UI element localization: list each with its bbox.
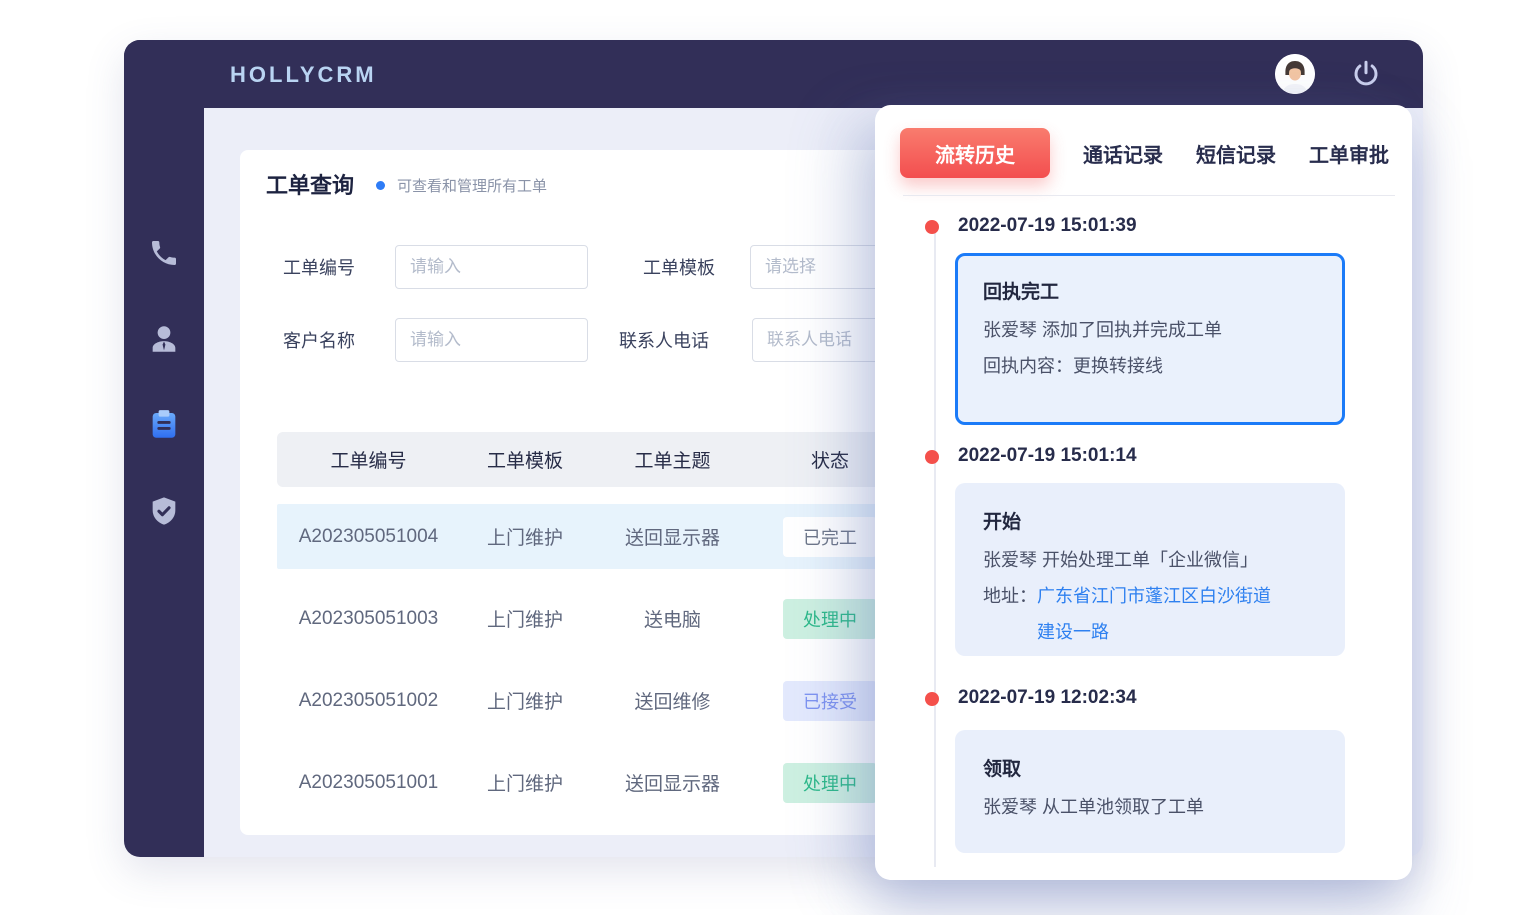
timeline-dot (925, 450, 939, 464)
timeline-timestamp: 2022-07-19 15:01:14 (958, 445, 1137, 467)
shield-check-icon (148, 495, 180, 527)
tab-circulation-history[interactable]: 流转历史 (900, 128, 1050, 178)
page-subtitle: 可查看和管理所有工单 (397, 172, 547, 196)
col-header-order-id: 工单编号 (277, 446, 460, 473)
status-badge: 处理中 (783, 763, 877, 803)
timeline-card-claim: 领取 张爱琴 从工单池领取了工单 (955, 730, 1345, 853)
timeline-timestamp: 2022-07-19 15:01:39 (958, 215, 1137, 237)
customer-name-input[interactable] (395, 318, 588, 362)
col-header-template: 工单模板 (460, 446, 590, 473)
sidebar-item-security[interactable] (147, 494, 181, 528)
tab-sms-records[interactable]: 短信记录 (1196, 139, 1276, 168)
order-id-input[interactable] (395, 245, 588, 289)
side-nav (124, 40, 204, 857)
timeline-card-receipt-complete: 回执完工 张爱琴 添加了回执并完成工单 回执内容：更换转接线 (955, 253, 1345, 425)
timeline-timestamp: 2022-07-19 12:02:34 (958, 687, 1137, 709)
top-bar: HOLLYCRM (124, 40, 1423, 108)
filter-label-phone: 联系人电话 (619, 327, 752, 353)
tab-call-records[interactable]: 通话记录 (1083, 139, 1163, 168)
address-label: 地址： (983, 578, 1037, 614)
timeline-line (934, 227, 936, 867)
filter-label-order-id: 工单编号 (283, 254, 395, 280)
filter-label-customer: 客户名称 (283, 327, 395, 353)
page-title: 工单查询 (266, 168, 354, 200)
app-brand: HOLLYCRM (230, 62, 377, 88)
phone-icon (148, 237, 180, 269)
user-avatar[interactable] (1275, 54, 1315, 94)
sidebar-item-customers[interactable] (147, 322, 181, 356)
subtitle-dot-icon (376, 181, 385, 190)
panel-tabs: 流转历史 通话记录 短信记录 工单审批 (900, 128, 1389, 178)
status-badge: 处理中 (783, 599, 877, 639)
tabs-divider (903, 195, 1395, 196)
timeline-dot (925, 692, 939, 706)
sidebar-item-calls[interactable] (147, 236, 181, 270)
timeline-dot (925, 220, 939, 234)
tab-workorder-approval[interactable]: 工单审批 (1309, 139, 1389, 168)
power-icon[interactable] (1351, 59, 1381, 89)
clipboard-icon (147, 408, 181, 442)
detail-panel: 流转历史 通话记录 短信记录 工单审批 2022-07-19 15:01:39 … (875, 105, 1412, 880)
col-header-subject: 工单主题 (590, 446, 755, 473)
status-badge: 已接受 (783, 681, 877, 721)
page: HOLLYCRM (0, 0, 1517, 915)
status-badge: 已完工 (783, 517, 877, 557)
person-icon (147, 322, 181, 356)
filter-label-template: 工单模板 (643, 254, 750, 280)
address-link[interactable]: 广东省江门市蓬江区白沙街道建设一路 (1037, 578, 1282, 650)
timeline-card-start: 开始 张爱琴 开始处理工单「企业微信」 地址： 广东省江门市蓬江区白沙街道建设一… (955, 483, 1345, 656)
sidebar-item-workorders[interactable] (147, 408, 181, 442)
